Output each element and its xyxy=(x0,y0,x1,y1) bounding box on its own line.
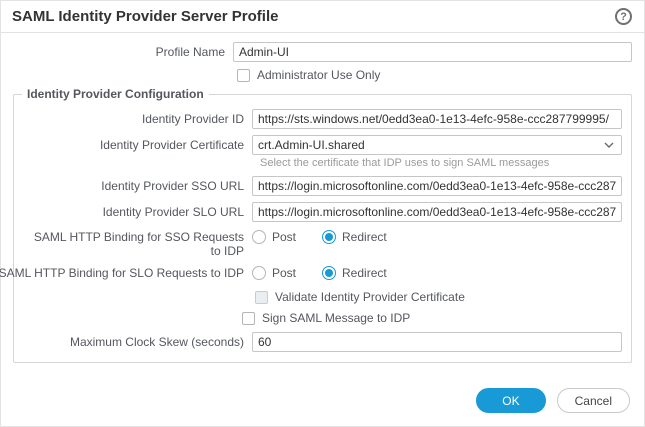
slo-binding-post-radio[interactable] xyxy=(252,266,266,280)
profile-name-label: Profile Name xyxy=(155,45,225,59)
idp-slo-url-label: Identity Provider SLO URL xyxy=(102,205,244,219)
idp-configuration-group: Identity Provider Configuration Identity… xyxy=(0,87,632,363)
idp-id-input[interactable] xyxy=(252,109,622,129)
slo-binding-redirect-label[interactable]: Redirect xyxy=(342,266,387,280)
dialog-title: SAML Identity Provider Server Profile xyxy=(12,8,279,25)
chevron-down-icon xyxy=(604,142,614,148)
sso-binding-post-label[interactable]: Post xyxy=(272,230,296,244)
idp-slo-url-row: Identity Provider SLO URL xyxy=(23,202,622,222)
admin-use-only-row: Administrator Use Only xyxy=(237,68,632,82)
idp-id-label: Identity Provider ID xyxy=(141,112,244,126)
validate-idp-cert-row: Validate Identity Provider Certificate xyxy=(255,290,622,304)
clock-skew-input[interactable] xyxy=(252,332,622,352)
sso-binding-label: SAML HTTP Binding for SSO Requests to ID… xyxy=(33,230,244,258)
idp-slo-url-input[interactable] xyxy=(252,202,622,222)
sign-saml-message-label[interactable]: Sign SAML Message to IDP xyxy=(262,311,410,325)
sign-saml-message-row: Sign SAML Message to IDP xyxy=(242,311,622,325)
slo-binding-redirect-option[interactable]: Redirect xyxy=(322,266,387,280)
idp-certificate-select[interactable]: crt.Admin-UI.shared xyxy=(252,135,622,155)
admin-use-only-label[interactable]: Administrator Use Only xyxy=(257,68,380,82)
idp-certificate-value: crt.Admin-UI.shared xyxy=(258,138,365,152)
slo-binding-post-label[interactable]: Post xyxy=(272,266,296,280)
sso-binding-post-option[interactable]: Post xyxy=(252,230,296,244)
slo-binding-redirect-radio[interactable] xyxy=(322,266,337,280)
idp-sso-url-row: Identity Provider SSO URL xyxy=(23,176,622,196)
saml-idp-profile-dialog: SAML Identity Provider Server Profile ? … xyxy=(0,0,645,427)
idp-sso-url-input[interactable] xyxy=(252,176,622,196)
idp-id-row: Identity Provider ID xyxy=(23,109,622,129)
admin-use-only-checkbox[interactable] xyxy=(237,68,250,82)
profile-name-row: Profile Name xyxy=(13,42,632,62)
idp-certificate-label: Identity Provider Certificate xyxy=(99,138,244,152)
clock-skew-label: Maximum Clock Skew (seconds) xyxy=(69,335,244,349)
sso-binding-options: Post Redirect xyxy=(252,230,387,244)
idp-certificate-helper-text: Select the certificate that IDP uses to … xyxy=(260,157,550,169)
dialog-footer: OK Cancel xyxy=(1,388,644,426)
clock-skew-row: Maximum Clock Skew (seconds) xyxy=(23,332,622,352)
help-icon[interactable]: ? xyxy=(615,8,632,25)
sso-binding-post-radio[interactable] xyxy=(252,230,266,244)
ok-button[interactable]: OK xyxy=(476,388,546,413)
sso-binding-redirect-label[interactable]: Redirect xyxy=(342,230,387,244)
idp-configuration-legend: Identity Provider Configuration xyxy=(22,87,209,101)
slo-binding-post-option[interactable]: Post xyxy=(252,266,296,280)
validate-idp-cert-checkbox[interactable] xyxy=(255,290,268,304)
cancel-button[interactable]: Cancel xyxy=(556,388,630,413)
validate-idp-cert-label[interactable]: Validate Identity Provider Certificate xyxy=(275,290,465,304)
slo-binding-label: SAML HTTP Binding for SLO Requests to ID… xyxy=(0,266,244,280)
sso-binding-redirect-radio[interactable] xyxy=(322,230,337,244)
sso-binding-redirect-option[interactable]: Redirect xyxy=(322,230,387,244)
slo-binding-options: Post Redirect xyxy=(252,266,387,280)
dialog-header: SAML Identity Provider Server Profile ? xyxy=(1,1,644,33)
sign-saml-message-checkbox[interactable] xyxy=(242,311,255,325)
sso-binding-row: SAML HTTP Binding for SSO Requests to ID… xyxy=(23,230,622,258)
idp-certificate-row: Identity Provider Certificate crt.Admin-… xyxy=(23,135,622,155)
idp-sso-url-label: Identity Provider SSO URL xyxy=(101,179,244,193)
profile-name-input[interactable] xyxy=(233,42,632,62)
slo-binding-row: SAML HTTP Binding for SLO Requests to ID… xyxy=(0,266,622,280)
dialog-body: Profile Name Administrator Use Only Iden… xyxy=(0,33,644,363)
